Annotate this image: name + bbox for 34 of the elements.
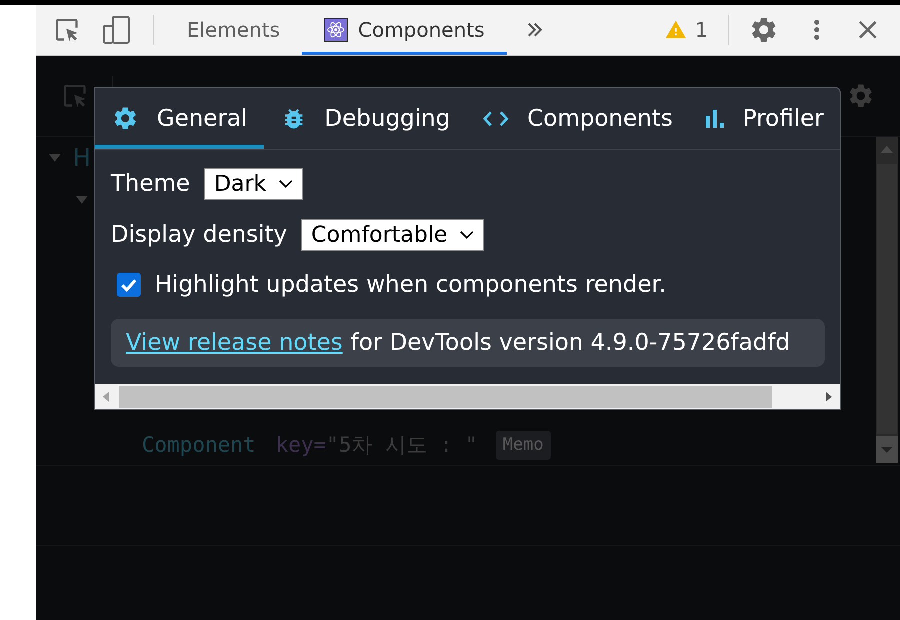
- prop-name: key=: [276, 433, 326, 457]
- scroll-up-arrow-icon[interactable]: [881, 146, 893, 153]
- device-toggle-icon[interactable]: [103, 16, 131, 44]
- settings-tab[interactable]: Debugging: [264, 88, 466, 149]
- checkbox-label: Highlight updates when components render.: [155, 272, 666, 298]
- code-brackets-icon: [483, 110, 510, 126]
- chevron-down-icon: [278, 180, 293, 188]
- caret-icon[interactable]: [49, 154, 61, 162]
- caret-icon[interactable]: [76, 196, 88, 204]
- bar-chart-icon: [706, 110, 725, 128]
- field-label: Theme: [111, 171, 190, 197]
- warnings-button[interactable]: 1: [665, 18, 708, 42]
- version-text: for DevTools version 4.9.0-75726fadfd: [350, 330, 790, 356]
- scrollbar-thumb[interactable]: [119, 386, 772, 408]
- warning-icon: [665, 19, 688, 41]
- chevron-down-icon: [460, 231, 474, 239]
- release-notes-link[interactable]: View release notes: [126, 330, 343, 356]
- checkmark-icon: [121, 278, 137, 292]
- double-chevron-icon[interactable]: [526, 23, 543, 37]
- settings-icon: [112, 105, 139, 132]
- settings-tab[interactable]: Profiler: [688, 88, 840, 149]
- dropdown-select[interactable]: Comfortable: [301, 219, 484, 251]
- panel-tab[interactable]: Elements: [165, 5, 302, 55]
- react-logo-icon: [324, 18, 348, 42]
- settings-tab[interactable]: Components: [466, 88, 689, 149]
- inspect-element-icon[interactable]: [54, 17, 80, 43]
- dropdown-select[interactable]: Dark: [204, 168, 303, 200]
- scroll-right-arrow-icon[interactable]: [826, 392, 832, 402]
- scroll-left-arrow-icon[interactable]: [103, 392, 109, 402]
- field-label: Display density: [111, 222, 288, 248]
- scrollbar-thumb[interactable]: [877, 164, 897, 434]
- settings-tab[interactable]: General: [95, 88, 264, 149]
- highlight-updates-checkbox[interactable]: [117, 273, 141, 297]
- memo-badge: Memo: [496, 430, 551, 460]
